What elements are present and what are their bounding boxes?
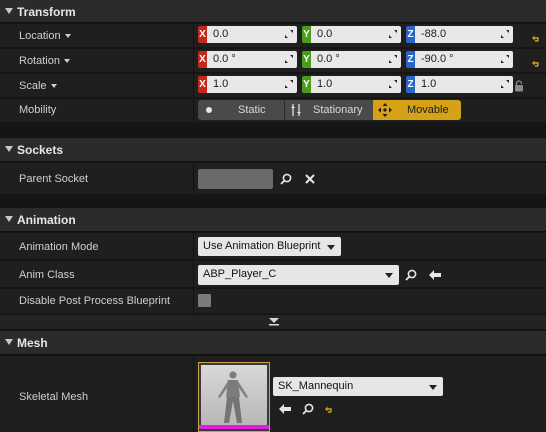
expand-arrows-icon xyxy=(389,30,397,38)
rotation-label[interactable]: Rotation xyxy=(19,55,70,67)
thumbnail-color-bar xyxy=(199,425,269,429)
location-y-field[interactable]: 0.0 xyxy=(311,26,401,43)
expand-arrows-icon xyxy=(501,55,509,63)
scale-x-field[interactable]: 1.0 xyxy=(207,76,297,93)
axis-z-label: Z xyxy=(406,51,415,68)
search-icon[interactable] xyxy=(280,173,292,185)
dot-icon xyxy=(206,107,212,113)
rotation-row: Rotation X 0.0 ° Y 0.0 ° Z -90.0 ° xyxy=(0,49,546,73)
scale-row: Scale X 1.0 Y 1.0 Z 1.0 xyxy=(0,74,546,98)
search-icon[interactable] xyxy=(405,269,417,281)
scale-z-field[interactable]: 1.0 xyxy=(415,76,513,93)
search-icon[interactable] xyxy=(302,403,314,415)
axis-y-label: Y xyxy=(302,76,311,93)
expand-arrows-icon xyxy=(501,80,509,88)
expand-arrows-icon xyxy=(389,55,397,63)
parent-socket-row: Parent Socket xyxy=(0,163,546,195)
anim-class-row: Anim Class ABP_Player_C xyxy=(0,261,546,288)
section-title-transform: Transform xyxy=(17,5,76,19)
mannequin-preview-icon xyxy=(218,371,248,423)
collapse-arrow-icon[interactable] xyxy=(5,339,13,345)
reset-to-default-icon[interactable] xyxy=(325,405,334,413)
axis-z-label: Z xyxy=(406,76,415,93)
expand-arrows-icon xyxy=(285,80,293,88)
anim-class-label: Anim Class xyxy=(19,269,75,281)
rotation-y-field[interactable]: 0.0 ° xyxy=(311,51,401,68)
chevron-down-icon xyxy=(63,59,70,64)
rotation-x-field[interactable]: 0.0 ° xyxy=(207,51,297,68)
disable-post-process-label: Disable Post Process Blueprint xyxy=(19,295,171,307)
animation-mode-dropdown[interactable]: Use Animation Blueprint xyxy=(198,237,341,256)
skeletal-mesh-thumbnail[interactable] xyxy=(198,362,270,432)
expand-advanced-icon[interactable] xyxy=(269,318,279,326)
chevron-down-icon xyxy=(327,245,335,250)
axis-x-label: X xyxy=(198,51,207,68)
mobility-movable-button[interactable]: Movable xyxy=(373,100,461,120)
use-selected-arrow-icon[interactable] xyxy=(279,404,291,414)
expand-arrows-icon xyxy=(501,30,509,38)
mobility-row: Mobility Static Stationary Movable xyxy=(0,99,546,123)
mobility-stationary-button[interactable]: Stationary xyxy=(285,100,372,120)
mobility-label: Mobility xyxy=(19,104,57,116)
chevron-down-icon xyxy=(385,273,393,278)
advanced-expand-strip[interactable] xyxy=(0,315,546,329)
expand-arrows-icon xyxy=(285,30,293,38)
collapse-arrow-icon[interactable] xyxy=(5,146,13,152)
parent-socket-label: Parent Socket xyxy=(19,173,89,185)
location-label[interactable]: Location xyxy=(19,30,71,42)
skeletal-mesh-dropdown[interactable]: SK_Mannequin xyxy=(273,377,443,396)
scale-vector: X 1.0 Y 1.0 Z 1.0 xyxy=(198,76,518,93)
lock-icon[interactable] xyxy=(514,80,524,92)
parent-socket-field[interactable] xyxy=(198,169,273,189)
sockets-section-header[interactable]: Sockets xyxy=(0,138,546,162)
animation-mode-label: Animation Mode xyxy=(19,241,99,253)
skeletal-mesh-row: Skeletal Mesh SK_Mannequin xyxy=(0,356,546,432)
move-arrows-icon xyxy=(378,103,392,117)
section-title-sockets: Sockets xyxy=(17,143,64,157)
reset-to-default-icon[interactable] xyxy=(532,34,541,42)
axis-x-label: X xyxy=(198,76,207,93)
scale-y-field[interactable]: 1.0 xyxy=(311,76,401,93)
collapse-arrow-icon[interactable] xyxy=(5,216,13,222)
expand-arrows-icon xyxy=(285,55,293,63)
rotation-z-field[interactable]: -90.0 ° xyxy=(415,51,513,68)
clear-icon[interactable] xyxy=(305,174,315,184)
animation-section-header[interactable]: Animation xyxy=(0,208,546,232)
chevron-down-icon xyxy=(50,84,57,89)
section-title-mesh: Mesh xyxy=(17,336,48,350)
mesh-section-header[interactable]: Mesh xyxy=(0,331,546,355)
use-selected-arrow-icon[interactable] xyxy=(429,270,441,280)
animation-mode-row: Animation Mode Use Animation Blueprint xyxy=(0,233,546,260)
mobility-toggle: Static Stationary Movable xyxy=(198,100,461,120)
expand-arrows-icon xyxy=(389,80,397,88)
chevron-down-icon xyxy=(64,34,71,39)
location-x-field[interactable]: 0.0 xyxy=(207,26,297,43)
scale-label[interactable]: Scale xyxy=(19,80,57,92)
axis-y-label: Y xyxy=(302,26,311,43)
transform-section-header[interactable]: Transform xyxy=(0,0,546,23)
skeletal-mesh-label: Skeletal Mesh xyxy=(19,391,89,403)
mobility-static-button[interactable]: Static xyxy=(198,100,284,120)
anim-class-dropdown[interactable]: ABP_Player_C xyxy=(198,265,399,285)
location-row: Location X 0.0 Y 0.0 Z -88.0 xyxy=(0,24,546,48)
disable-post-process-row: Disable Post Process Blueprint xyxy=(0,289,546,314)
axis-z-label: Z xyxy=(406,26,415,43)
rotation-vector: X 0.0 ° Y 0.0 ° Z -90.0 ° xyxy=(198,51,518,68)
axis-y-label: Y xyxy=(302,51,311,68)
section-title-animation: Animation xyxy=(17,213,76,227)
collapse-arrow-icon[interactable] xyxy=(5,8,13,14)
stationary-arrows-icon xyxy=(291,104,301,116)
location-z-field[interactable]: -88.0 xyxy=(415,26,513,43)
axis-x-label: X xyxy=(198,26,207,43)
reset-to-default-icon[interactable] xyxy=(532,59,541,67)
disable-post-process-checkbox[interactable] xyxy=(198,294,211,307)
location-vector: X 0.0 Y 0.0 Z -88.0 xyxy=(198,26,518,43)
chevron-down-icon xyxy=(429,385,437,390)
